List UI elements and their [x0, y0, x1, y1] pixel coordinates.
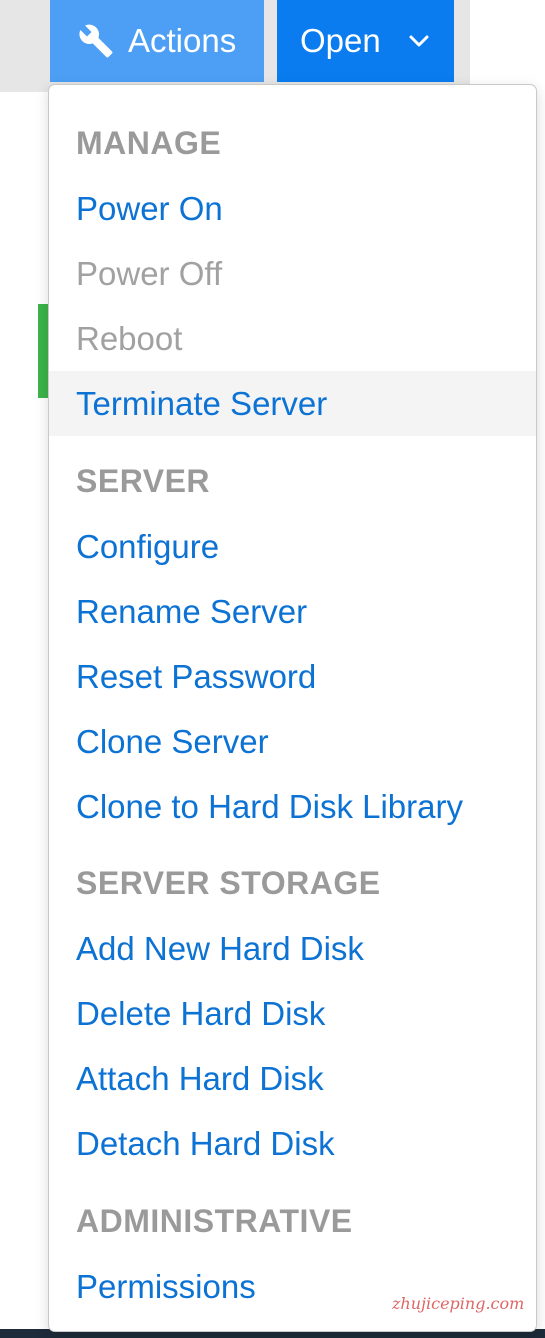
- menu-item-reset-password[interactable]: Reset Password: [49, 644, 536, 709]
- watermark: zhujiceping.com: [392, 1294, 525, 1313]
- menu-item-terminate-server[interactable]: Terminate Server: [49, 371, 536, 436]
- menu-item-power-on[interactable]: Power On: [49, 176, 536, 241]
- menu-item-rename-server[interactable]: Rename Server: [49, 579, 536, 644]
- open-button-label: Open: [300, 22, 381, 59]
- menu-item-power-off: Power Off: [76, 254, 223, 292]
- section-header-manage: MANAGE: [76, 125, 222, 161]
- menu-item-delete-hard-disk[interactable]: Delete Hard Disk: [49, 981, 536, 1046]
- menu-item-reboot: Reboot: [76, 319, 183, 357]
- open-button[interactable]: Open: [277, 0, 454, 82]
- section-header-server: SERVER: [76, 463, 211, 499]
- menu-item-configure[interactable]: Configure: [49, 514, 536, 579]
- actions-button[interactable]: Actions: [50, 0, 264, 82]
- wrench-icon: [78, 23, 114, 59]
- menu-item-add-new-hard-disk[interactable]: Add New Hard Disk: [49, 916, 536, 981]
- chevron-down-icon: [407, 29, 431, 53]
- section-header-server-storage: SERVER STORAGE: [76, 865, 381, 901]
- menu-item-detach-hard-disk[interactable]: Detach Hard Disk: [49, 1111, 536, 1176]
- status-indicator-bar: [38, 304, 48, 398]
- actions-button-label: Actions: [128, 22, 237, 59]
- menu-item-attach-hard-disk[interactable]: Attach Hard Disk: [49, 1046, 536, 1111]
- actions-dropdown-menu: MANAGE Power On Power Off Reboot Termina…: [48, 84, 537, 1332]
- menu-item-clone-server[interactable]: Clone Server: [49, 709, 536, 774]
- section-header-administrative: ADMINISTRATIVE: [76, 1203, 353, 1239]
- menu-item-clone-to-hard-disk-library[interactable]: Clone to Hard Disk Library: [49, 774, 536, 839]
